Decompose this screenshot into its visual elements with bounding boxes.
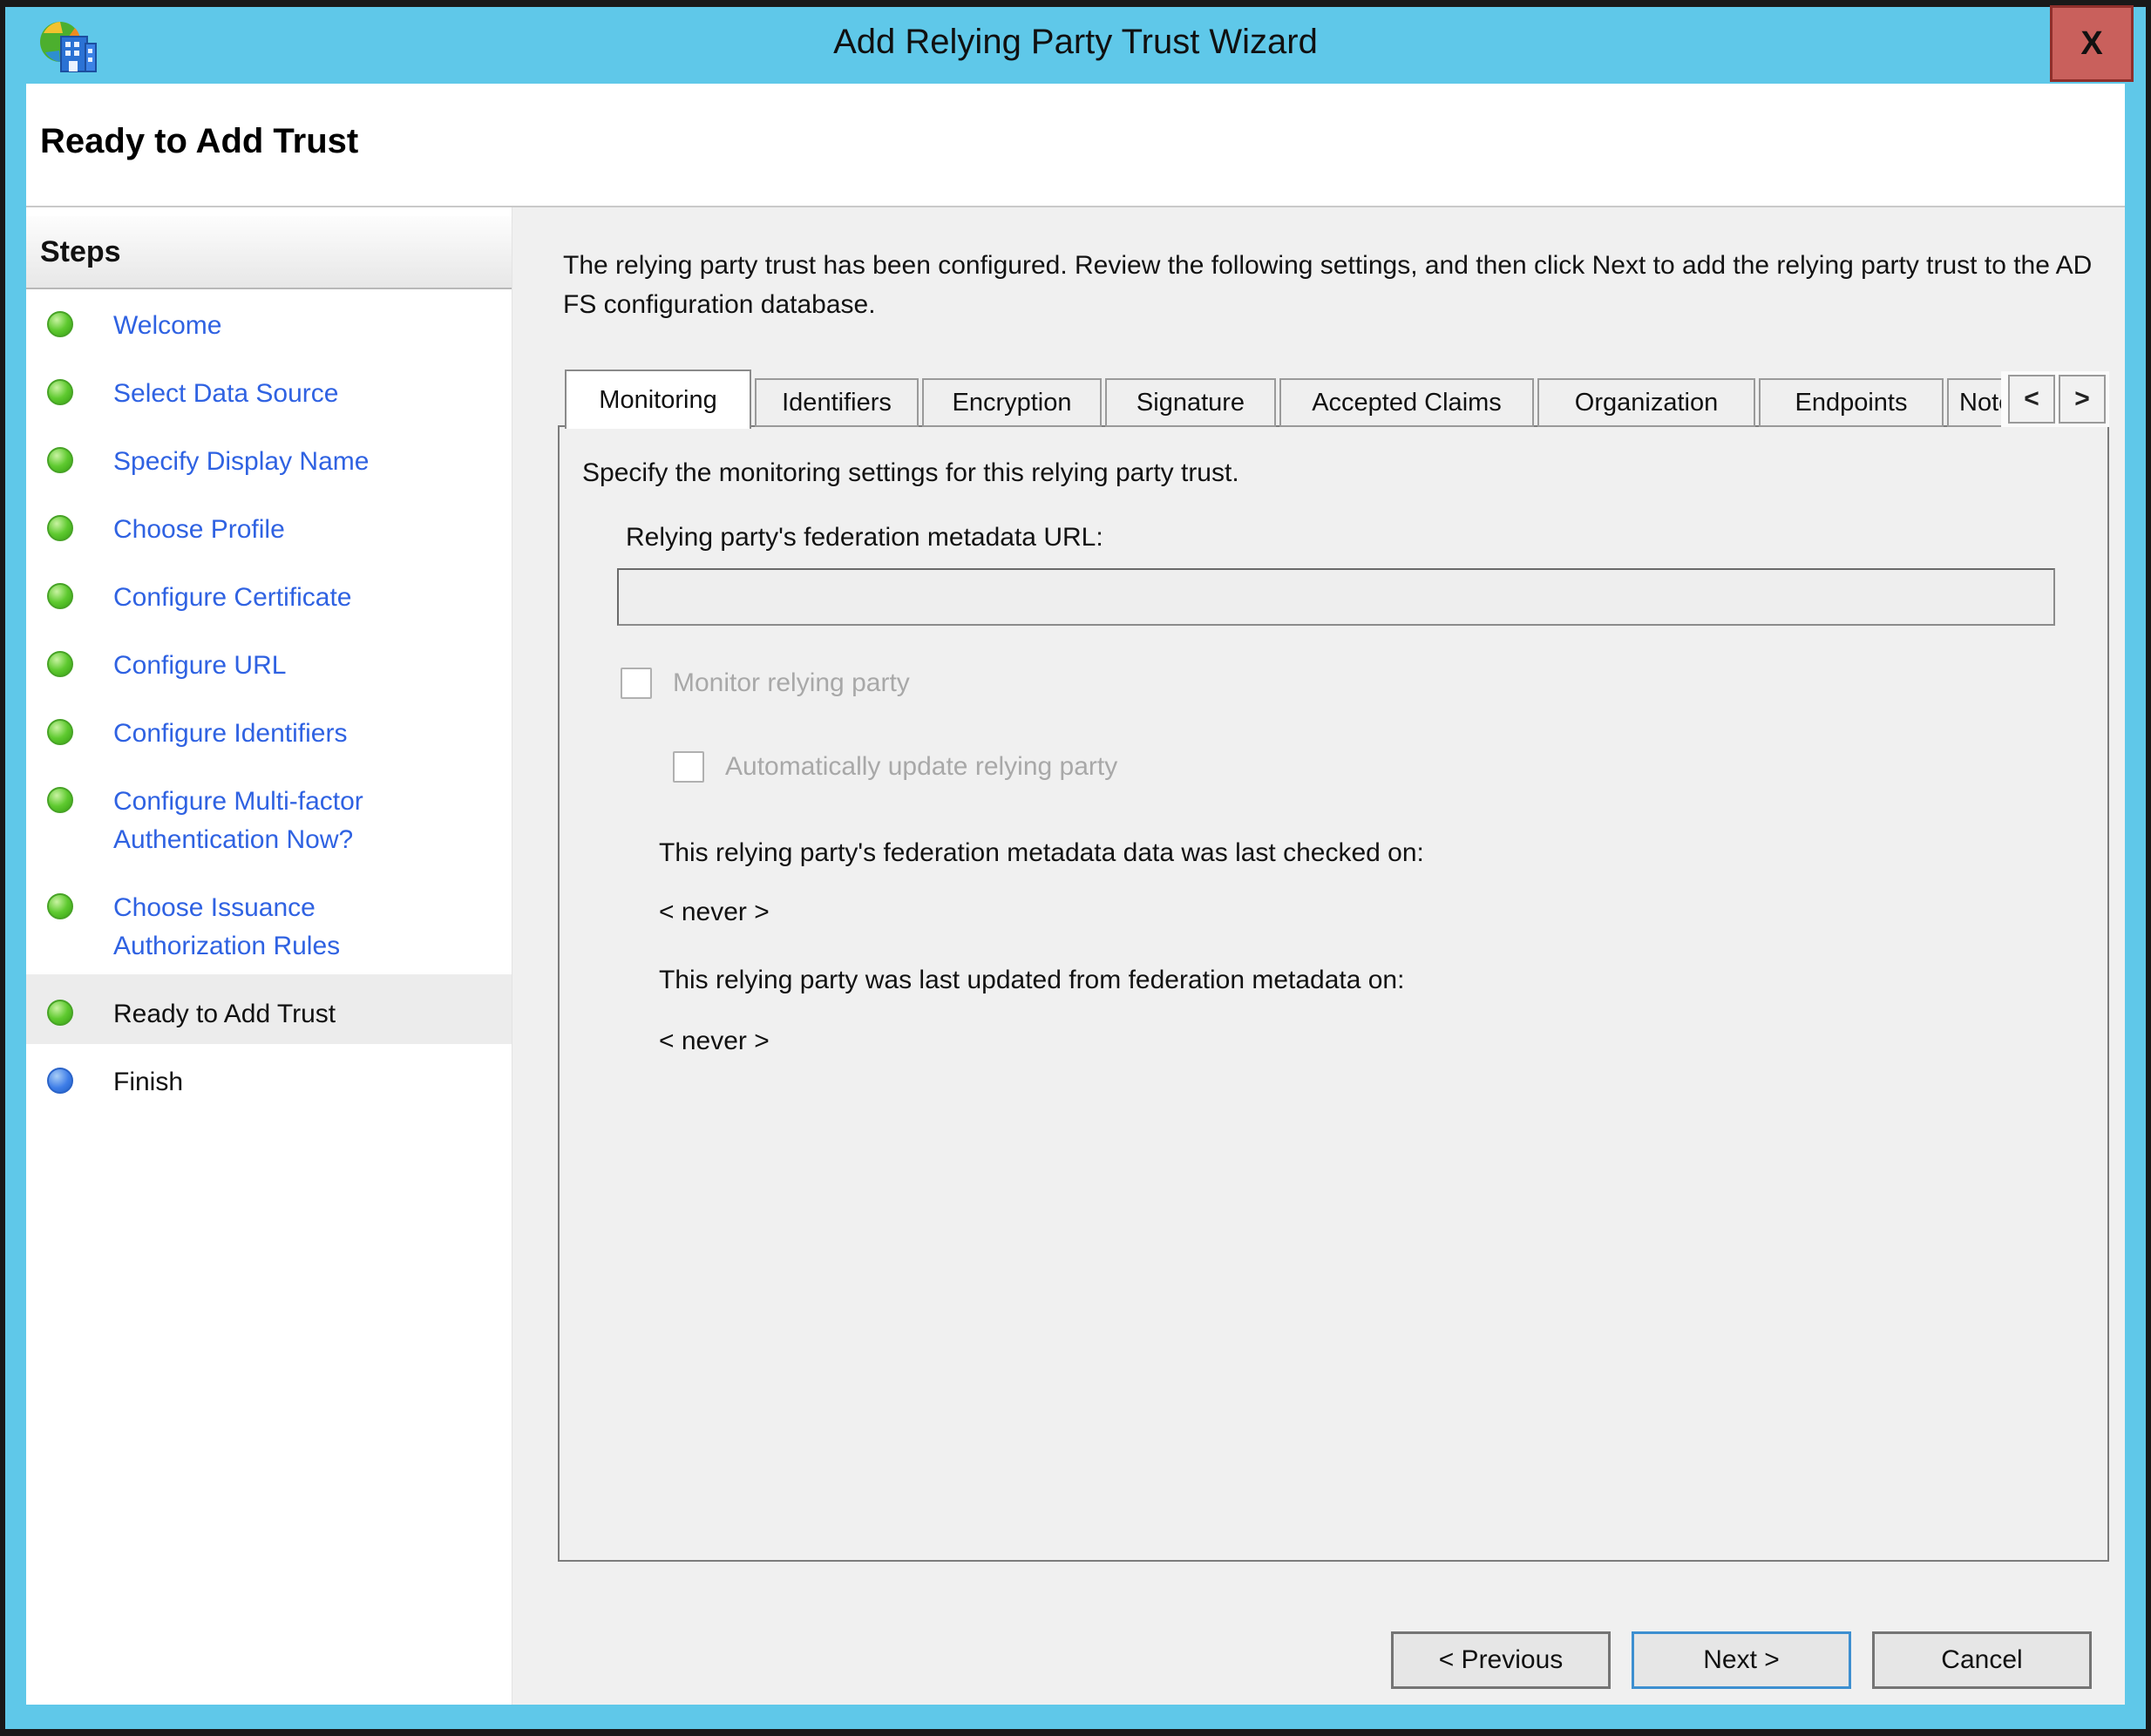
- chevron-right-icon: >: [2074, 384, 2090, 414]
- auto-update-row: Automatically update relying party: [673, 751, 1117, 783]
- last-updated-label: This relying party was last updated from…: [659, 966, 1404, 995]
- monitor-relying-party-label: Monitor relying party: [673, 668, 910, 698]
- steps-sidebar: Steps Welcome Select Data Source Specify…: [26, 207, 512, 1705]
- tab-scroll-left-button[interactable]: <: [2008, 375, 2055, 424]
- main-pane: The relying party trust has been configu…: [512, 207, 2125, 1705]
- last-checked-value: < never >: [659, 898, 770, 927]
- close-button[interactable]: X: [2050, 5, 2134, 82]
- step-done-icon: [47, 379, 73, 405]
- tab-accepted-claims[interactable]: Accepted Claims: [1279, 378, 1534, 427]
- step-done-icon: [47, 515, 73, 541]
- monitoring-intro: Specify the monitoring settings for this…: [582, 458, 1239, 488]
- tab-endpoints[interactable]: Endpoints: [1759, 378, 1944, 427]
- step-upcoming-icon: [47, 1068, 73, 1094]
- last-checked-label: This relying party's federation metadata…: [659, 838, 1424, 868]
- step-done-icon: [47, 787, 73, 813]
- tab-signature[interactable]: Signature: [1105, 378, 1276, 427]
- auto-update-checkbox: [673, 751, 704, 783]
- tab-organization[interactable]: Organization: [1537, 378, 1755, 427]
- monitoring-tab-panel: Specify the monitoring settings for this…: [558, 425, 2109, 1562]
- tab-identifiers[interactable]: Identifiers: [755, 378, 919, 427]
- cancel-button[interactable]: Cancel: [1872, 1631, 2092, 1689]
- step-done-icon: [47, 583, 73, 609]
- tab-monitoring[interactable]: Monitoring: [565, 370, 751, 429]
- window-title: Add Relying Party Trust Wizard: [5, 23, 2146, 62]
- metadata-url-label: Relying party's federation metadata URL:: [626, 523, 1103, 553]
- next-button[interactable]: Next >: [1632, 1631, 1851, 1689]
- step-done-icon: [47, 893, 73, 919]
- page-description: The relying party trust has been configu…: [563, 246, 2125, 324]
- step-done-icon: [47, 651, 73, 677]
- step-current-icon: [47, 1000, 73, 1026]
- steps-header: Steps: [26, 216, 512, 289]
- step-done-icon: [47, 311, 73, 337]
- page-title: Ready to Add Trust: [40, 122, 358, 161]
- step-done-icon: [47, 719, 73, 745]
- monitor-relying-party-checkbox: [621, 668, 652, 699]
- steps-header-label: Steps: [40, 235, 121, 269]
- auto-update-label: Automatically update relying party: [725, 752, 1117, 782]
- step-done-icon: [47, 447, 73, 473]
- tab-scroll-right-button[interactable]: >: [2059, 375, 2106, 424]
- chevron-left-icon: <: [2024, 384, 2039, 414]
- title-bar: Add Relying Party Trust Wizard X: [5, 7, 2146, 84]
- dialog-content: Ready to Add Trust Steps Welcome Select …: [26, 84, 2125, 1705]
- tab-encryption[interactable]: Encryption: [922, 378, 1102, 427]
- metadata-url-input: [617, 568, 2055, 626]
- previous-button[interactable]: < Previous: [1391, 1631, 1611, 1689]
- monitor-relying-party-row: Monitor relying party: [621, 668, 910, 699]
- wizard-window: Add Relying Party Trust Wizard X Ready t…: [0, 0, 2151, 1736]
- last-updated-value: < never >: [659, 1027, 770, 1056]
